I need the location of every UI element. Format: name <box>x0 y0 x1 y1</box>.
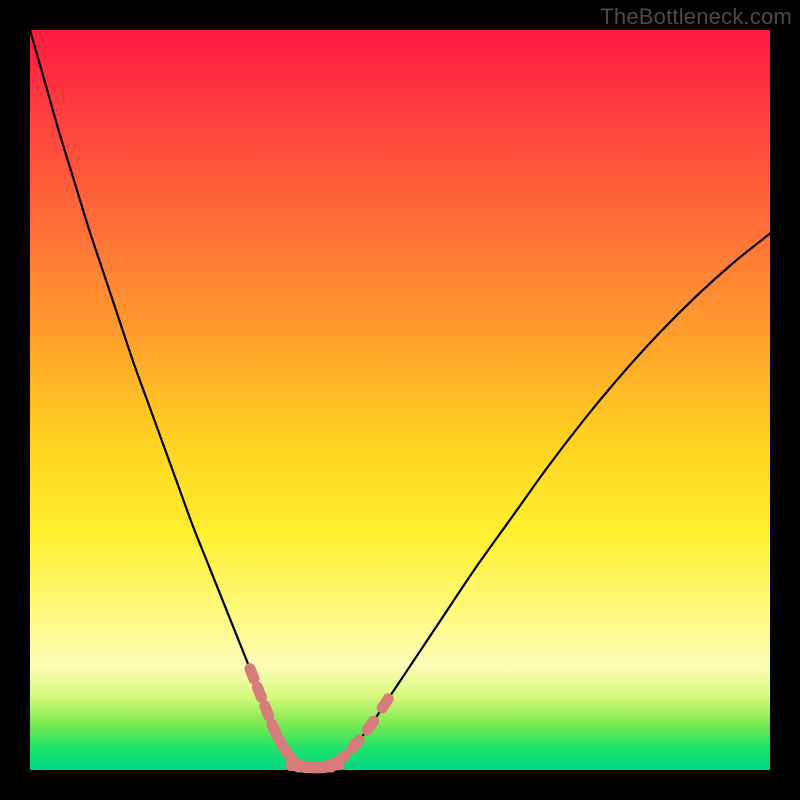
curve-marker <box>382 699 388 708</box>
curve-marker <box>265 706 269 716</box>
watermark-text: TheBottleneck.com <box>600 4 792 30</box>
curve-marker <box>250 669 254 679</box>
curve-marker <box>352 740 359 748</box>
curve-marker <box>367 721 373 730</box>
curve-marker <box>257 687 261 697</box>
bottleneck-curve <box>30 30 770 768</box>
marker-group-bottom <box>291 765 339 768</box>
chart-stage: TheBottleneck.com <box>0 0 800 800</box>
marker-group-right <box>336 699 388 762</box>
marker-group-left <box>250 669 292 760</box>
curve-svg <box>30 30 770 770</box>
plot-area <box>30 30 770 770</box>
curve-marker <box>272 724 276 734</box>
curve-marker <box>286 751 293 760</box>
